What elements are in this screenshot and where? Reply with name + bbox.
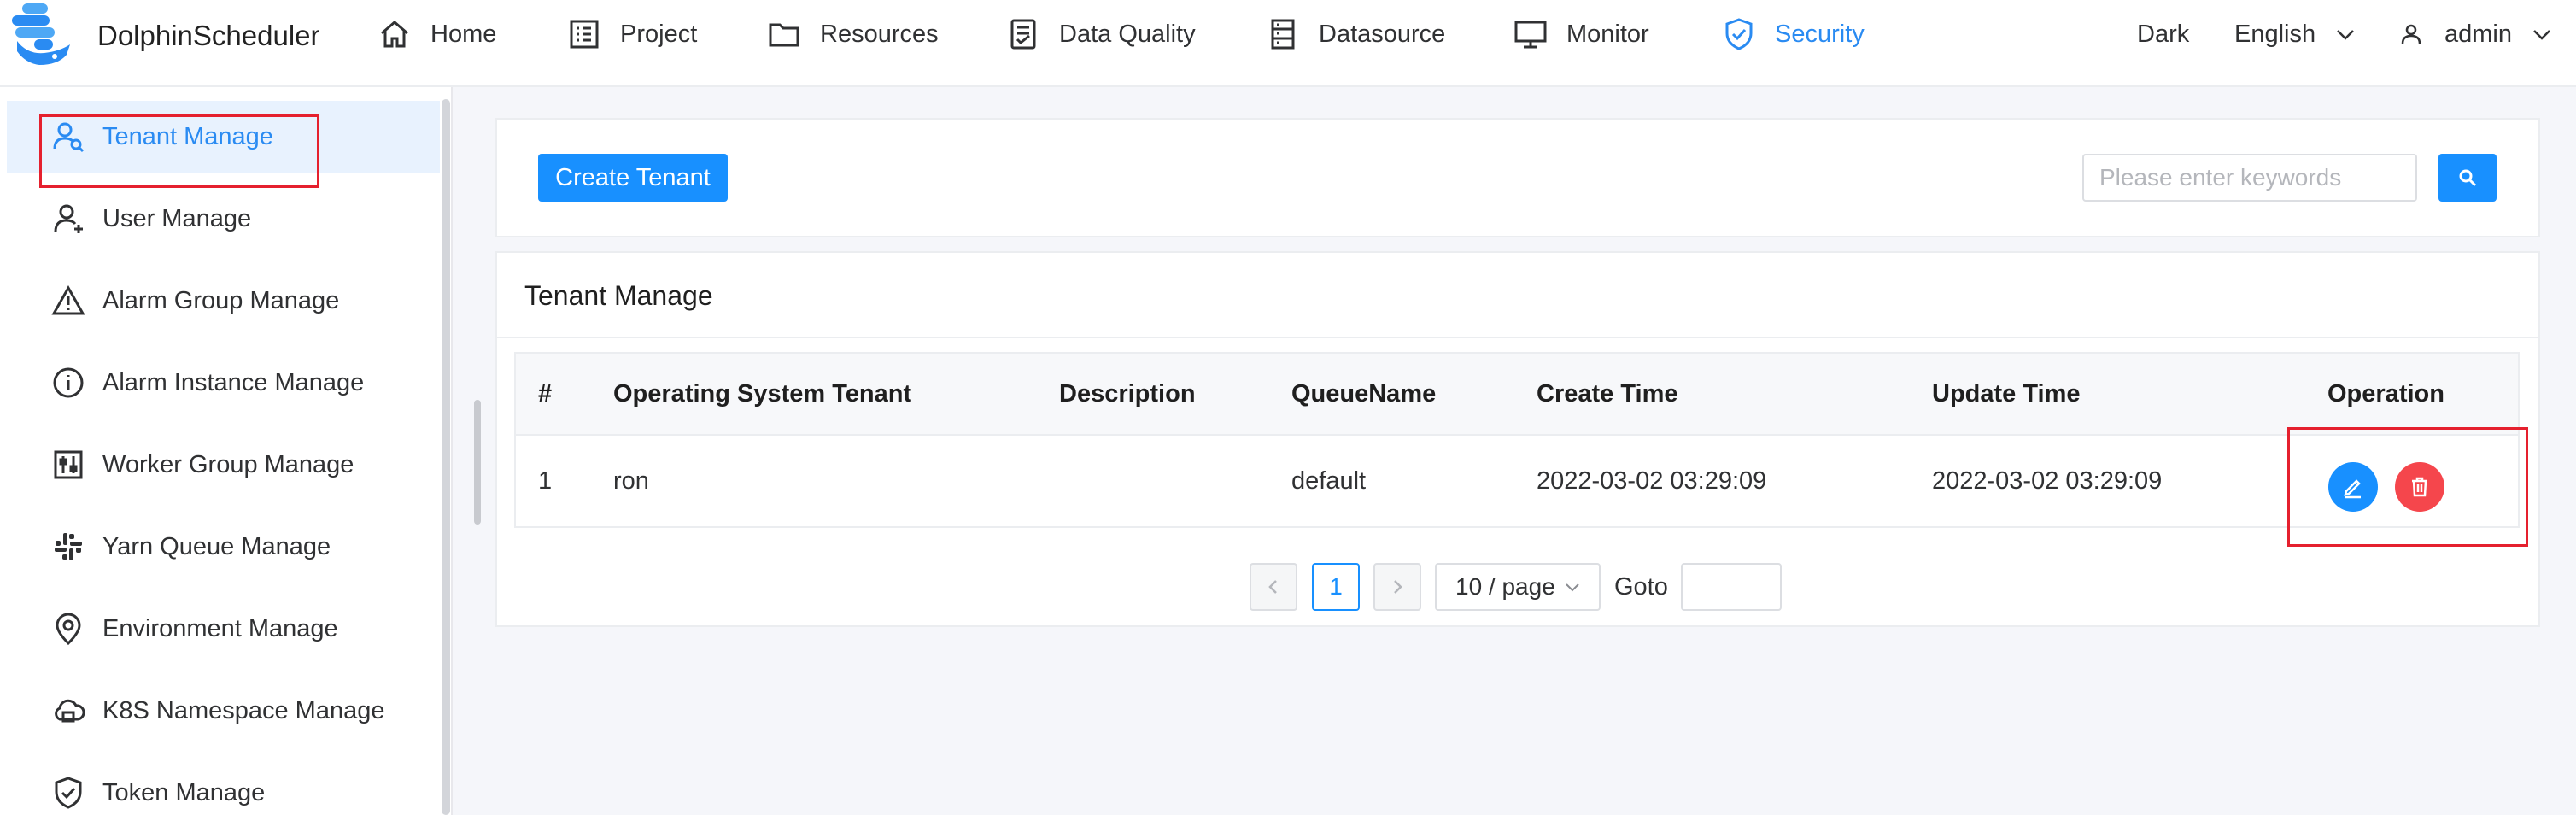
top-navigation-bar: DolphinScheduler Home Project Resources … [0, 0, 2576, 87]
sidebar-item-alarm-group-manage[interactable]: Alarm Group Manage [0, 265, 440, 337]
chevron-down-icon [1566, 583, 1579, 592]
nav-resources[interactable]: Resources [767, 0, 939, 68]
warning-triangle-icon [51, 284, 85, 315]
column-header-update-time: Update Time [1932, 379, 2081, 408]
sidebar-item-token-manage[interactable]: Token Manage [0, 757, 440, 815]
next-page-button[interactable] [1373, 563, 1421, 611]
highlight-box-tenant-manage [39, 114, 319, 188]
sidebar-item-label: Token Manage [102, 778, 266, 806]
nav-security[interactable]: Security [1722, 0, 1865, 68]
search-icon [2459, 169, 2477, 187]
nav-resources-label: Resources [820, 20, 939, 48]
app-name: DolphinScheduler [97, 20, 320, 51]
page-size-select[interactable]: 10 / page [1435, 563, 1601, 611]
sidebar-item-alarm-instance-manage[interactable]: Alarm Instance Manage [0, 347, 440, 419]
create-tenant-button[interactable]: Create Tenant [538, 154, 728, 202]
table-row: 1 ron default 2022-03-02 03:29:09 2022-0… [516, 436, 2518, 526]
dolphin-logo-icon [12, 3, 70, 65]
table-header: # Operating System Tenant Description Qu… [516, 354, 2518, 436]
monitor-icon [1514, 21, 1547, 49]
cell-tenant: ron [613, 466, 649, 495]
info-circle-icon [53, 367, 84, 398]
user-icon [54, 204, 83, 233]
location-pin-icon [56, 613, 81, 646]
user-name: admin [2444, 20, 2512, 48]
cell-create-time: 2022-03-02 03:29:09 [1537, 466, 1767, 495]
nav-datasource[interactable]: Datasource [1266, 0, 1445, 68]
yarn-icon [55, 533, 82, 560]
sidebar-item-label: Alarm Group Manage [102, 286, 340, 314]
user-menu[interactable]: admin [2400, 0, 2553, 68]
cell-queue: default [1291, 466, 1367, 495]
sidebar-scrollbar[interactable] [442, 99, 450, 815]
main-scrollbar[interactable] [474, 400, 481, 525]
sidebar-item-k8s-namespace-manage[interactable]: K8S Namespace Manage [0, 675, 440, 747]
column-header-index: # [538, 379, 553, 408]
sidebar-item-environment-manage[interactable]: Environment Manage [0, 593, 440, 665]
nav-home[interactable]: Home [378, 0, 496, 68]
page-size-label: 10 / page [1455, 573, 1555, 600]
theme-toggle-label: Dark [2137, 20, 2190, 48]
data-quality-icon [1010, 19, 1036, 50]
sliders-icon [54, 450, 83, 479]
sidebar-item-worker-group-manage[interactable]: Worker Group Manage [0, 429, 440, 501]
sidebar-item-label: Yarn Queue Manage [102, 532, 331, 560]
highlight-box-operation [2287, 427, 2528, 547]
cell-index: 1 [538, 466, 553, 495]
sidebar-item-label: Alarm Instance Manage [102, 368, 365, 396]
goto-label: Goto [1614, 572, 1668, 601]
section-title: Tenant Manage [524, 280, 713, 311]
nav-monitor[interactable]: Monitor [1513, 0, 1649, 68]
nav-data-quality[interactable]: Data Quality [1006, 0, 1196, 68]
language-label: English [2234, 20, 2316, 48]
sidebar-item-user-manage[interactable]: User Manage [0, 183, 440, 255]
search-button[interactable] [2438, 154, 2497, 202]
shield-icon [1725, 18, 1753, 50]
theme-toggle[interactable]: Dark [2137, 0, 2189, 68]
tenant-table: # Operating System Tenant Description Qu… [514, 352, 2520, 528]
chevron-down-icon [2337, 30, 2355, 40]
column-header-description: Description [1059, 379, 1196, 408]
column-header-queue: QueueName [1291, 379, 1437, 408]
search-input[interactable] [2082, 154, 2417, 202]
nav-monitor-label: Monitor [1566, 20, 1649, 48]
goto-page-input[interactable] [1681, 563, 1782, 611]
language-select[interactable]: English [2234, 0, 2356, 68]
sidebar-item-yarn-queue-manage[interactable]: Yarn Queue Manage [0, 511, 440, 583]
home-icon [381, 21, 408, 48]
folder-icon [769, 23, 799, 47]
cell-update-time: 2022-03-02 03:29:09 [1932, 466, 2163, 495]
datasource-icon [1271, 19, 1295, 50]
card-divider [497, 337, 2538, 338]
sidebar-item-label: Worker Group Manage [102, 450, 354, 478]
column-header-operation: Operation [2327, 379, 2444, 408]
page-button-current[interactable]: 1 [1312, 563, 1360, 611]
chevron-right-icon [1394, 580, 1402, 594]
sidebar: Tenant Manage User Manage Alarm Group Ma… [0, 87, 453, 815]
app-logo[interactable]: DolphinScheduler [10, 3, 320, 68]
nav-data-quality-label: Data Quality [1059, 20, 1196, 48]
prev-page-button[interactable] [1250, 563, 1297, 611]
cloud-icon [55, 699, 85, 723]
sidebar-item-label: K8S Namespace Manage [102, 696, 385, 724]
nav-datasource-label: Datasource [1319, 20, 1446, 48]
column-header-create-time: Create Time [1537, 379, 1678, 408]
shield-check-icon [55, 777, 82, 809]
project-icon [570, 20, 599, 49]
sidebar-item-label: User Manage [102, 204, 252, 232]
nav-security-label: Security [1775, 20, 1865, 48]
chevron-left-icon [1268, 580, 1277, 594]
nav-home-label: Home [430, 20, 497, 48]
nav-project-label: Project [620, 20, 698, 48]
sidebar-item-label: Environment Manage [102, 614, 338, 642]
column-header-tenant: Operating System Tenant [613, 379, 912, 408]
chevron-down-icon [2533, 30, 2550, 40]
nav-project[interactable]: Project [567, 0, 697, 68]
user-icon [2401, 24, 2421, 44]
